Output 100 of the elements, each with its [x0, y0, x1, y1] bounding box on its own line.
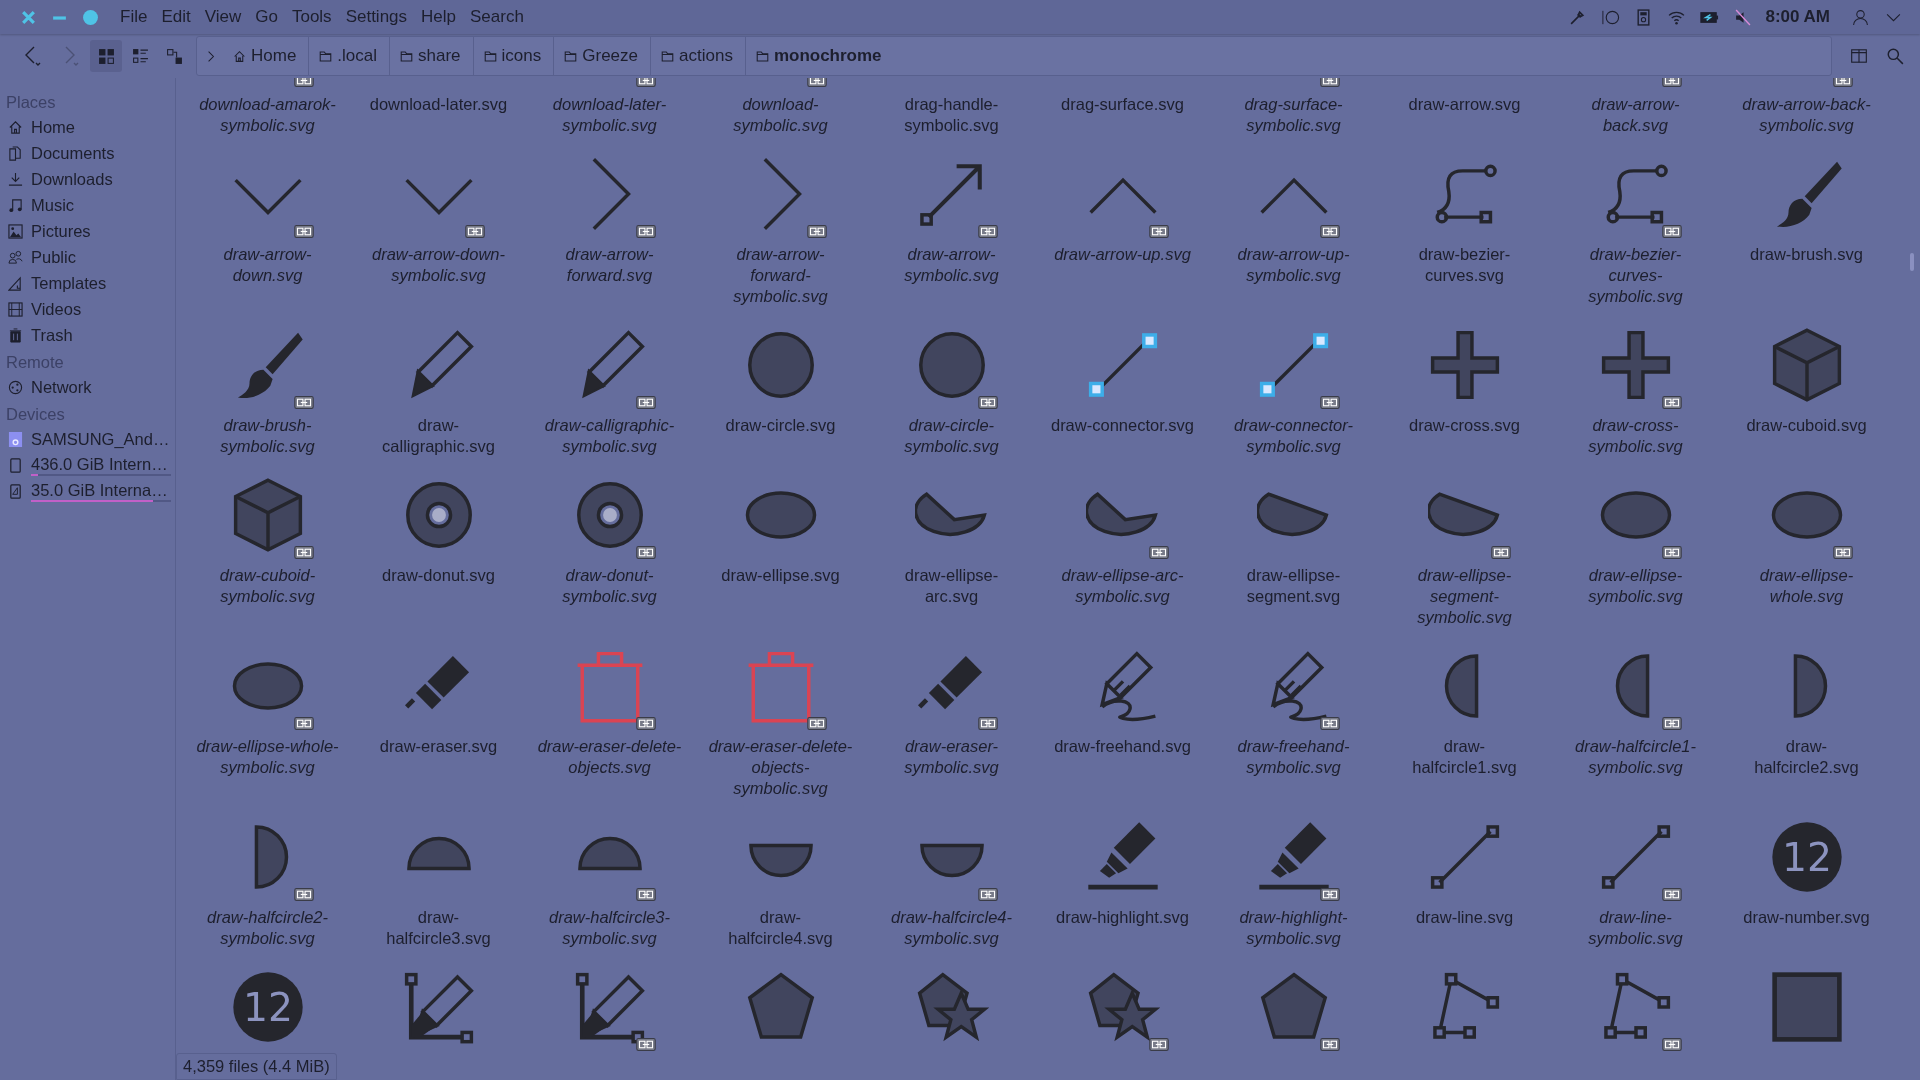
- breadcrumb-item[interactable]: share: [390, 37, 474, 75]
- close-icon[interactable]: [20, 8, 37, 26]
- file-name[interactable]: draw-halfcircle1-symbolic.svg: [1563, 736, 1708, 778]
- muted-speaker-icon[interactable]: [1733, 8, 1753, 26]
- menu-item[interactable]: Settings: [338, 7, 415, 27]
- sidebar-item[interactable]: Music: [6, 192, 175, 218]
- breadcrumb-item[interactable]: Greeze: [554, 37, 651, 75]
- split-view-icon[interactable]: [1850, 47, 1868, 65]
- file-name[interactable]: draw-halfcircle2.svg: [1734, 736, 1879, 778]
- file-name[interactable]: draw-halfcircle4-symbolic.svg: [879, 907, 1024, 949]
- menu-item[interactable]: Go: [248, 7, 285, 27]
- scrollbar-handle[interactable]: [1910, 253, 1914, 271]
- file-name[interactable]: draw-freehand-symbolic.svg: [1221, 736, 1366, 778]
- sidebar-item[interactable]: Trash: [6, 322, 175, 348]
- file-name[interactable]: draw-bezier-curves-symbolic.svg: [1563, 244, 1708, 307]
- file-name[interactable]: draw-donut.svg: [366, 565, 511, 586]
- file-name[interactable]: drag-surface-symbolic.svg: [1221, 94, 1366, 136]
- file-name[interactable]: draw-circle.svg: [708, 415, 853, 436]
- sidebar-item[interactable]: SAMSUNG_And…: [6, 426, 175, 452]
- sidebar-item[interactable]: Documents: [6, 140, 175, 166]
- maximize-icon[interactable]: [82, 8, 99, 26]
- file-name[interactable]: draw-arrow-down-symbolic.svg: [366, 244, 511, 286]
- sidebar-item[interactable]: 35.0 GiB Interna…: [6, 478, 175, 504]
- file-name[interactable]: draw-arrow-back-symbolic.svg: [1734, 94, 1879, 136]
- file-name[interactable]: draw-donut-symbolic.svg: [537, 565, 682, 607]
- file-name[interactable]: draw-eraser-delete-objects-symbolic.svg: [708, 736, 853, 799]
- file-name[interactable]: draw-brush.svg: [1734, 244, 1879, 265]
- file-name[interactable]: draw-arrow-down.svg: [195, 244, 340, 286]
- sidebar-item[interactable]: Home: [6, 114, 175, 140]
- file-name[interactable]: draw-halfcircle3.svg: [366, 907, 511, 949]
- file-name[interactable]: draw-arrow-forward-symbolic.svg: [708, 244, 853, 307]
- file-name[interactable]: draw-arrow.svg: [1392, 94, 1537, 115]
- file-name[interactable]: draw-cross.svg: [1392, 415, 1537, 436]
- file-name[interactable]: draw-ellipse-symbolic.svg: [1563, 565, 1708, 607]
- file-name[interactable]: draw-calligraphic-symbolic.svg: [537, 415, 682, 457]
- file-name[interactable]: download-amarok-symbolic.svg: [195, 94, 340, 136]
- file-name[interactable]: draw-cuboid-symbolic.svg: [195, 565, 340, 607]
- file-name[interactable]: draw-connector-symbolic.svg: [1221, 415, 1366, 457]
- file-name[interactable]: draw-eraser-delete-objects.svg: [537, 736, 682, 778]
- sidebar-item[interactable]: Network: [6, 374, 175, 400]
- clock[interactable]: 8:00 AM: [1765, 7, 1830, 27]
- file-name[interactable]: draw-connector.svg: [1050, 415, 1195, 436]
- file-name[interactable]: draw-ellipse-arc-symbolic.svg: [1050, 565, 1195, 607]
- file-name[interactable]: draw-ellipse-segment-symbolic.svg: [1392, 565, 1537, 628]
- file-name[interactable]: draw-freehand.svg: [1050, 736, 1195, 757]
- file-name[interactable]: draw-ellipse.svg: [708, 565, 853, 586]
- file-name[interactable]: draw-halfcircle1.svg: [1392, 736, 1537, 778]
- file-name[interactable]: draw-eraser.svg: [366, 736, 511, 757]
- file-name[interactable]: draw-arrow-up-symbolic.svg: [1221, 244, 1366, 286]
- file-name[interactable]: draw-halfcircle3-symbolic.svg: [537, 907, 682, 949]
- breadcrumb-item[interactable]: .local: [309, 37, 391, 75]
- menu-item[interactable]: Tools: [284, 7, 339, 27]
- circle-icon[interactable]: [1601, 8, 1621, 26]
- breadcrumb-item[interactable]: actions: [651, 37, 746, 75]
- file-name[interactable]: draw-number.svg: [1734, 907, 1879, 928]
- file-name[interactable]: draw-ellipse-arc.svg: [879, 565, 1024, 607]
- menu-item[interactable]: View: [197, 7, 249, 27]
- file-name[interactable]: draw-highlight-symbolic.svg: [1221, 907, 1366, 949]
- sidebar-item[interactable]: Pictures: [6, 218, 175, 244]
- sidebar-item[interactable]: Templates: [6, 270, 175, 296]
- file-name[interactable]: draw-arrow-forward.svg: [537, 244, 682, 286]
- number-circle-icon[interactable]: 12: [230, 970, 305, 1044]
- sidebar-item[interactable]: Downloads: [6, 166, 175, 192]
- file-name[interactable]: draw-halfcircle2-symbolic.svg: [195, 907, 340, 949]
- file-name[interactable]: download-later.svg: [366, 94, 511, 115]
- icons-view-button[interactable]: [90, 40, 122, 72]
- breadcrumb-item[interactable]: Home: [223, 37, 310, 75]
- file-name[interactable]: drag-surface.svg: [1050, 94, 1195, 115]
- file-name[interactable]: drag-handle-symbolic.svg: [879, 94, 1024, 136]
- file-name[interactable]: download-later-symbolic.svg: [537, 94, 682, 136]
- file-name[interactable]: draw-bezier-curves.svg: [1392, 244, 1537, 286]
- sidebar-item[interactable]: Public: [6, 244, 175, 270]
- file-name[interactable]: draw-arrow-symbolic.svg: [879, 244, 1024, 286]
- file-name[interactable]: draw-line-symbolic.svg: [1563, 907, 1708, 949]
- user-icon[interactable]: [1851, 8, 1870, 26]
- file-name[interactable]: draw-circle-symbolic.svg: [879, 415, 1024, 457]
- file-name[interactable]: draw-arrow-up.svg: [1050, 244, 1195, 265]
- menu-item[interactable]: Search: [463, 7, 531, 27]
- file-name[interactable]: draw-halfcircle4.svg: [708, 907, 853, 949]
- breadcrumb-item[interactable]: icons: [473, 37, 555, 75]
- file-name[interactable]: download-symbolic.svg: [708, 94, 853, 136]
- file-name[interactable]: draw-calligraphic.svg: [366, 415, 511, 457]
- file-name[interactable]: draw-highlight.svg: [1050, 907, 1195, 928]
- menu-item[interactable]: Edit: [154, 7, 198, 27]
- file-name[interactable]: draw-ellipse-whole.svg: [1734, 565, 1879, 607]
- search-icon[interactable]: [1886, 47, 1904, 65]
- breadcrumb-item[interactable]: monochrome: [745, 37, 894, 75]
- sidebar-item[interactable]: Videos: [6, 296, 175, 322]
- square-icon[interactable]: [1769, 970, 1844, 1044]
- file-name[interactable]: draw-eraser-symbolic.svg: [879, 736, 1024, 778]
- file-name[interactable]: draw-line.svg: [1392, 907, 1537, 928]
- file-name[interactable]: draw-arrow-back.svg: [1563, 94, 1708, 136]
- sidebar-item[interactable]: 436.0 GiB Intern…: [6, 452, 175, 478]
- file-name[interactable]: draw-ellipse-whole-symbolic.svg: [195, 736, 340, 778]
- file-name[interactable]: draw-cross-symbolic.svg: [1563, 415, 1708, 457]
- file-name[interactable]: draw-brush-symbolic.svg: [195, 415, 340, 457]
- chevron-right-icon[interactable]: [207, 49, 215, 63]
- number-circle-icon[interactable]: 12: [1769, 820, 1844, 894]
- menu-item[interactable]: File: [113, 7, 155, 27]
- file-name[interactable]: draw-cuboid.svg: [1734, 415, 1879, 436]
